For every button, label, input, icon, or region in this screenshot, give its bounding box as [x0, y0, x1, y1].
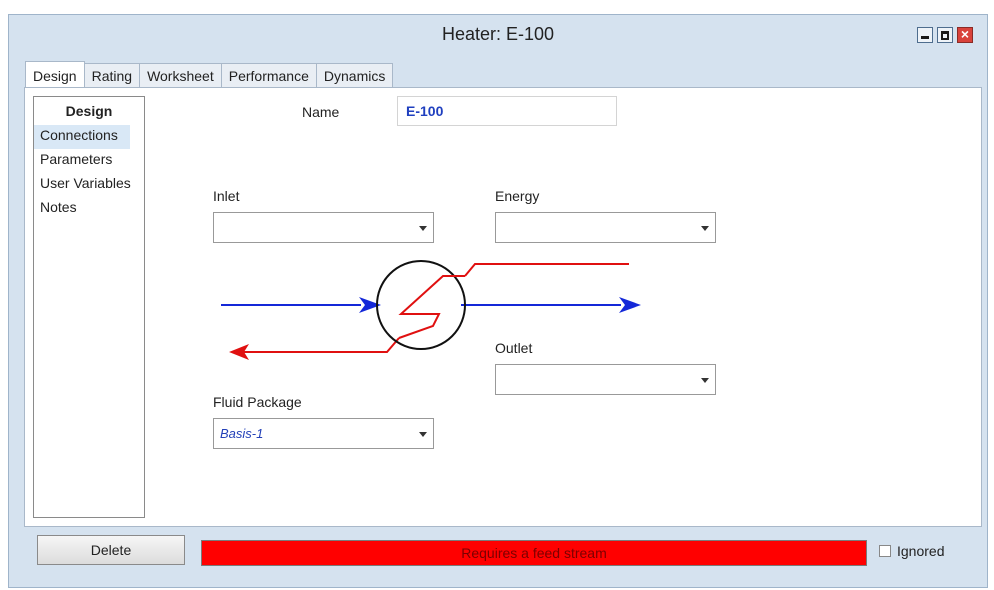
tab-content: Design Connections Parameters User Varia… [24, 87, 982, 527]
tab-performance[interactable]: Performance [220, 63, 317, 87]
outlet-label: Outlet [495, 340, 533, 356]
tab-worksheet[interactable]: Worksheet [139, 63, 222, 87]
sidenav-item-parameters[interactable]: Parameters [34, 149, 144, 173]
title-bar[interactable]: Heater: E-100 × [9, 15, 987, 57]
design-sidenav: Design Connections Parameters User Varia… [33, 96, 145, 518]
minimize-icon[interactable] [917, 27, 933, 43]
chevron-down-icon [419, 226, 427, 231]
energy-dropdown[interactable] [495, 212, 716, 243]
inlet-dropdown[interactable] [213, 212, 434, 243]
maximize-icon[interactable] [937, 27, 953, 43]
ignored-toggle[interactable]: Ignored [879, 543, 944, 559]
bottom-bar: Delete Requires a feed stream Ignored [9, 531, 987, 581]
name-label: Name [302, 104, 340, 120]
chevron-down-icon [701, 378, 709, 383]
heater-icon [221, 260, 641, 360]
sidenav-item-connections[interactable]: Connections [34, 125, 130, 149]
energy-label: Energy [495, 188, 540, 204]
sidenav-item-user-variables[interactable]: User Variables [34, 173, 144, 197]
heater-circle [376, 260, 466, 350]
name-field[interactable]: E-100 [397, 96, 617, 126]
close-icon[interactable]: × [957, 26, 973, 43]
ignored-checkbox[interactable] [879, 545, 891, 557]
fluid-package-label: Fluid Package [213, 394, 302, 410]
arrow-right-icon [619, 297, 641, 313]
energy-stream-line [464, 263, 629, 277]
heater-window: Heater: E-100 × Design Rating Worksheet … [8, 14, 988, 588]
fluid-package-value: Basis-1 [220, 426, 264, 441]
tab-bar: Design Rating Worksheet Performance Dyna… [25, 61, 394, 88]
fluid-package-dropdown[interactable]: Basis-1 [213, 418, 434, 449]
inlet-label: Inlet [213, 188, 240, 204]
window-title: Heater: E-100 [441, 24, 555, 44]
outlet-dropdown[interactable] [495, 364, 716, 395]
ignored-label: Ignored [897, 543, 945, 559]
sidenav-item-notes[interactable]: Notes [34, 197, 144, 221]
chevron-down-icon [419, 432, 427, 437]
tab-dynamics[interactable]: Dynamics [315, 63, 394, 87]
energy-stream-return-line [241, 337, 400, 353]
status-bar: Requires a feed stream [201, 540, 867, 566]
sidenav-header: Design [65, 103, 113, 119]
chevron-down-icon [701, 226, 709, 231]
delete-button[interactable]: Delete [37, 535, 185, 565]
tab-design[interactable]: Design [25, 61, 85, 87]
tab-rating[interactable]: Rating [83, 63, 141, 87]
heater-coil [398, 275, 465, 339]
